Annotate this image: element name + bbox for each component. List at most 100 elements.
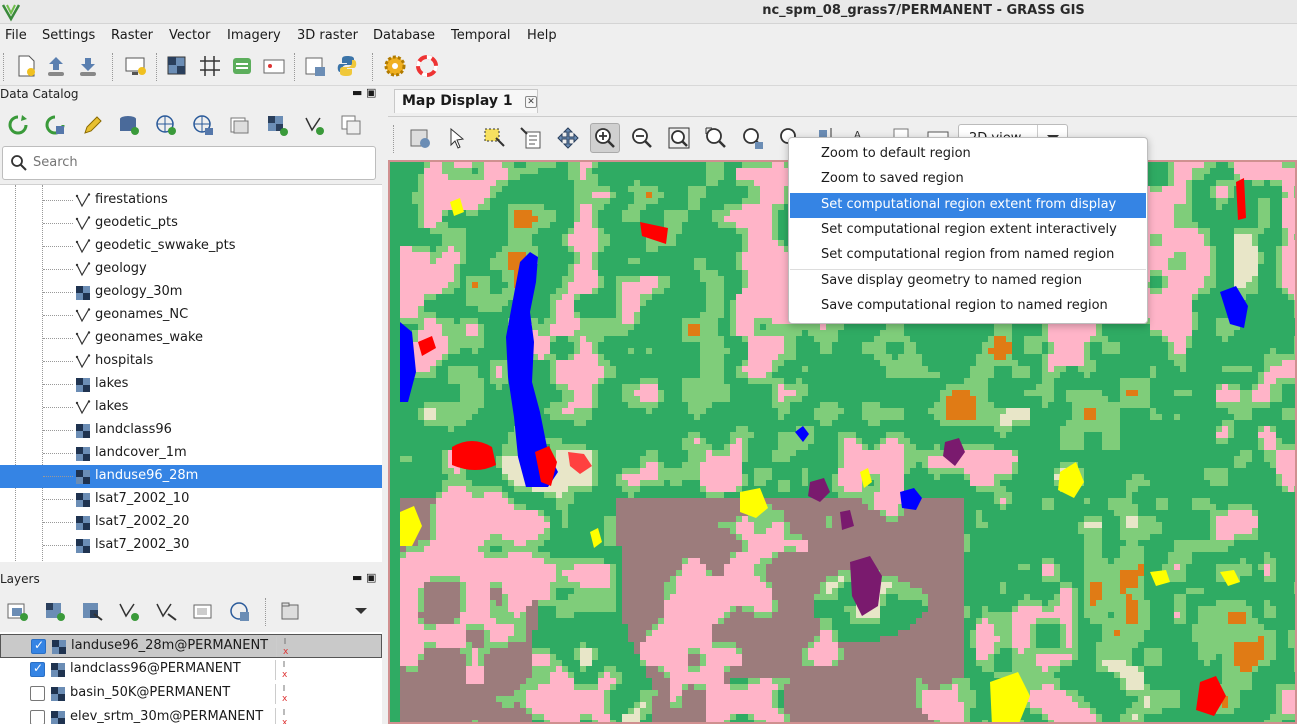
layer-item[interactable]: elev_srtm_30m@PERMANENT x xyxy=(0,706,382,724)
reload-mapset-button[interactable] xyxy=(42,112,68,138)
add-overlay-button[interactable] xyxy=(260,52,288,80)
tab-map-display-1[interactable]: Map Display 1 ✕ xyxy=(394,89,538,113)
set-region-from-display-item[interactable]: Set computational region extent from dis… xyxy=(790,193,1146,218)
download-location-button[interactable] xyxy=(190,112,216,138)
set-region-interactively-item[interactable]: Set computational region extent interact… xyxy=(790,218,1146,243)
new-workspace-button[interactable] xyxy=(12,52,40,80)
catalog-item[interactable]: lsat7_2002_20 xyxy=(0,511,382,534)
layer-options-button[interactable]: x xyxy=(275,684,295,704)
layer-visibility-checkbox[interactable] xyxy=(31,638,46,654)
add-overlay-layer-button[interactable] xyxy=(190,598,216,624)
minimize-pane-icon[interactable]: ▬ xyxy=(352,86,362,99)
layer-options-button[interactable]: x xyxy=(275,708,295,724)
layer-visibility-checkbox[interactable] xyxy=(30,710,45,724)
add-raster-layer-button[interactable] xyxy=(42,598,68,624)
catalog-item[interactable]: geology xyxy=(0,258,382,281)
maximize-pane-icon[interactable]: ▣ xyxy=(366,86,376,99)
add-map-layers-button[interactable] xyxy=(5,598,31,624)
catalog-item[interactable]: hospitals xyxy=(0,350,382,373)
menu-imagery[interactable]: Imagery xyxy=(227,28,281,43)
menu-temporal[interactable]: Temporal xyxy=(451,28,511,43)
vector-map-icon xyxy=(75,262,91,277)
menu-bar: File Settings Raster Vector Imagery 3D r… xyxy=(0,24,1297,48)
layer-visibility-checkbox[interactable] xyxy=(30,686,45,701)
add-group-button[interactable] xyxy=(278,598,304,624)
add-mapset-button[interactable] xyxy=(227,112,253,138)
menu-vector[interactable]: Vector xyxy=(169,28,210,43)
catalog-item[interactable]: lakes xyxy=(0,396,382,419)
select-button[interactable] xyxy=(479,123,509,153)
catalog-item[interactable]: geodetic_pts xyxy=(0,212,382,235)
add-raster-map-button[interactable] xyxy=(264,112,290,138)
new-map-display-button[interactable] xyxy=(122,52,150,80)
catalog-item[interactable]: geodetic_swwake_pts xyxy=(0,235,382,258)
search-box[interactable] xyxy=(2,146,376,180)
close-icon[interactable]: ✕ xyxy=(525,96,537,108)
menu-raster[interactable]: Raster xyxy=(111,28,153,43)
catalog-item[interactable]: geonames_NC xyxy=(0,304,382,327)
layer-options-button[interactable]: x xyxy=(275,660,295,680)
edit-mode-button[interactable] xyxy=(79,112,105,138)
zoom-out-button[interactable] xyxy=(627,123,657,153)
layer-options-button[interactable]: x xyxy=(276,637,296,657)
add-vector-misc-button[interactable] xyxy=(153,598,179,624)
web-layer-icon xyxy=(230,602,249,621)
add-raster-button[interactable] xyxy=(163,52,191,80)
catalog-item[interactable]: landuse96_28m xyxy=(0,465,382,488)
help-button[interactable] xyxy=(413,52,441,80)
python-shell-button[interactable] xyxy=(333,52,361,80)
menu-settings[interactable]: Settings xyxy=(42,28,95,43)
settings-button[interactable] xyxy=(381,52,409,80)
copy-map-button[interactable] xyxy=(338,112,364,138)
menu-database[interactable]: Database xyxy=(373,28,435,43)
layer-item[interactable]: landclass96@PERMANENT x xyxy=(0,658,382,682)
catalog-item[interactable]: lakes xyxy=(0,373,382,396)
pan-button[interactable] xyxy=(553,123,583,153)
search-input[interactable] xyxy=(33,155,363,170)
add-vector-map-button[interactable] xyxy=(301,112,327,138)
catalog-item[interactable]: landclass96 xyxy=(0,419,382,442)
zoom-layer-button[interactable] xyxy=(701,123,731,153)
zoom-back-button[interactable] xyxy=(738,123,768,153)
menu-help[interactable]: Help xyxy=(527,28,557,43)
save-display-geometry-item[interactable]: Save display geometry to named region xyxy=(790,269,1146,294)
reload-button[interactable] xyxy=(5,112,31,138)
set-region-from-named-item[interactable]: Set computational region from named regi… xyxy=(790,243,1146,268)
mapcalc-button[interactable] xyxy=(301,52,329,80)
zoom-default-region-item[interactable]: Zoom to default region xyxy=(790,142,1146,167)
catalog-item[interactable]: geonames_wake xyxy=(0,327,382,350)
menu-3d-raster[interactable]: 3D raster xyxy=(297,28,358,43)
layer-item[interactable]: basin_50K@PERMANENT x xyxy=(0,682,382,706)
add-grid-button[interactable] xyxy=(196,52,224,80)
pencil-icon xyxy=(84,116,102,134)
layer-label: landuse96_28m@PERMANENT xyxy=(71,638,269,653)
layer-item[interactable]: landuse96_28m@PERMANENT x xyxy=(0,634,382,658)
catalog-toolbar xyxy=(0,106,384,142)
zoom-extent-button[interactable] xyxy=(664,123,694,153)
add-raster-misc-button[interactable] xyxy=(79,598,105,624)
zoom-saved-region-item[interactable]: Zoom to saved region xyxy=(790,167,1146,192)
add-grass-db-button[interactable] xyxy=(116,112,142,138)
catalog-item[interactable]: lsat7_2002_30 xyxy=(0,534,382,557)
rgb-button[interactable] xyxy=(228,52,256,80)
save-region-named-item[interactable]: Save computational region to named regio… xyxy=(790,294,1146,319)
pointer-button[interactable] xyxy=(442,123,472,153)
zoom-in-button[interactable] xyxy=(590,123,620,153)
add-location-button[interactable] xyxy=(153,112,179,138)
save-workspace-button[interactable] xyxy=(74,52,102,80)
layer-visibility-checkbox[interactable] xyxy=(30,661,45,677)
render-map-button[interactable] xyxy=(405,123,435,153)
query-button[interactable] xyxy=(516,123,546,153)
catalog-item[interactable]: geology_30m xyxy=(0,281,382,304)
minimize-pane-icon[interactable]: ▬ xyxy=(352,571,362,584)
menu-file[interactable]: File xyxy=(5,28,27,43)
catalog-item[interactable]: lsat7_2002_10 xyxy=(0,488,382,511)
load-workspace-button[interactable] xyxy=(42,52,70,80)
add-vector-layer-button[interactable] xyxy=(116,598,142,624)
catalog-item[interactable]: landcover_1m xyxy=(0,442,382,465)
add-web-layer-button[interactable] xyxy=(227,598,253,624)
more-tools-button[interactable] xyxy=(348,598,374,624)
catalog-item[interactable]: firestations xyxy=(0,189,382,212)
zoom-layer-icon xyxy=(705,127,726,148)
maximize-pane-icon[interactable]: ▣ xyxy=(366,571,376,584)
